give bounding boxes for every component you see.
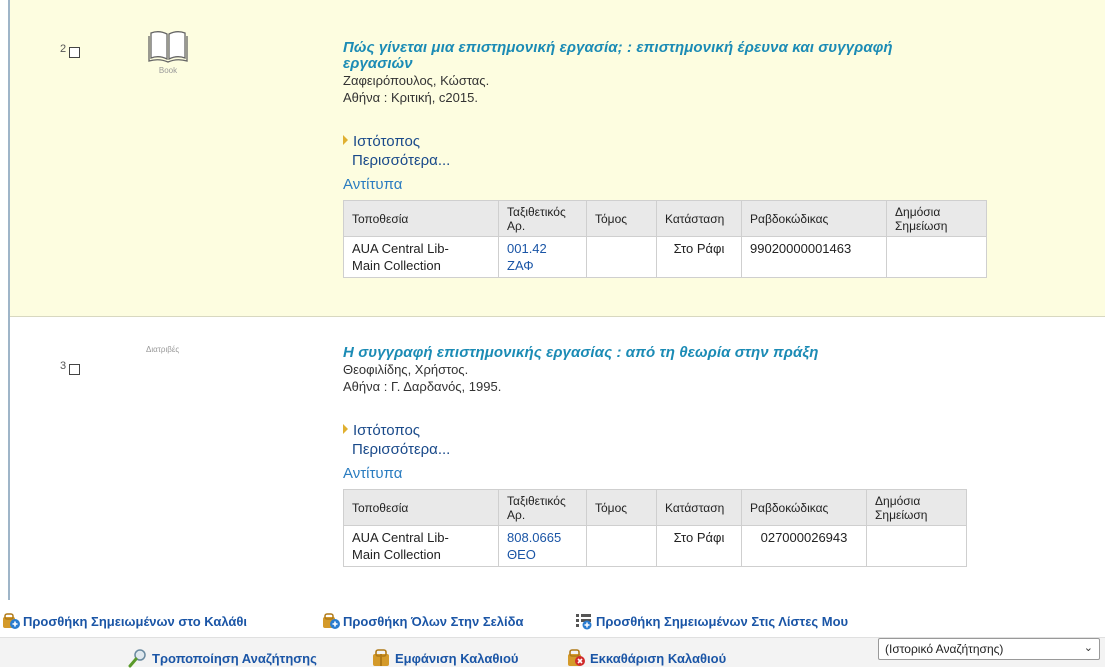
footer-button-label: Εκκαθάριση Καλαθιού xyxy=(590,650,727,666)
result-number: 3 xyxy=(60,360,67,372)
column-header: Δημόσια Σημείωση xyxy=(886,200,987,237)
basket-clear-icon xyxy=(566,648,586,668)
column-header: Ραβδοκώδικας xyxy=(741,200,887,237)
result-number: 2 xyxy=(60,43,67,55)
barcode-cell: 99020000001463 xyxy=(741,236,887,278)
action-label: Προσθήκη Όλων Στην Σελίδα xyxy=(343,613,524,629)
note-cell xyxy=(886,236,987,278)
website-link[interactable]: Ιστότοπος xyxy=(343,132,1083,151)
result-item-2: 2 Book Πώς γίνεται μια επιστημονική εργα… xyxy=(10,0,1105,317)
holdings-table: Τοποθεσία Ταξιθετικός Αρ. Τόμος Κατάστασ… xyxy=(343,489,967,567)
website-label: Ιστότοπος xyxy=(353,133,421,150)
result-select-checkbox[interactable] xyxy=(69,47,80,58)
column-header: Ταξιθετικός Αρ. xyxy=(498,200,587,237)
footer-button-label: Εμφάνιση Καλαθιού xyxy=(395,650,519,666)
more-link[interactable]: Περισσότερα... xyxy=(352,151,1083,170)
column-header: Δημόσια Σημείωση xyxy=(866,489,967,526)
holdings-header-row: Τοποθεσία Ταξιθετικός Αρ. Τόμος Κατάστασ… xyxy=(343,489,967,526)
action-label: Προσθήκη Σημειωμένων Στις Λίστες Μου xyxy=(596,613,849,629)
bulk-actions-bar: Προσθήκη Σημειωμένων στο Καλάθι Προσθήκη… xyxy=(0,603,1105,637)
column-header: Τοποθεσία xyxy=(343,200,499,237)
result-title-link[interactable]: Η συγγραφή επιστημονικής εργασίας : από … xyxy=(343,345,1083,361)
search-history-select[interactable]: (Ιστορικό Αναζήτησης) ⌄ xyxy=(878,638,1100,660)
note-cell xyxy=(866,525,967,567)
column-header: Τόμος xyxy=(586,489,657,526)
result-item-3: 3 Διατριβές Η συγγραφή επιστημονικής εργ… xyxy=(10,317,1105,602)
column-header: Ραβδοκώδικας xyxy=(741,489,867,526)
result-content: Η συγγραφή επιστημονικής εργασίας : από … xyxy=(343,345,1083,567)
expand-triangle-icon xyxy=(343,135,348,145)
status-cell: Στο Ράφι xyxy=(656,525,742,567)
call-number-link[interactable]: 001.42 ΖΑΦ xyxy=(498,236,587,278)
action-label: Προσθήκη Σημειωμένων στο Καλάθι xyxy=(23,613,248,629)
website-link[interactable]: Ιστότοπος xyxy=(343,421,1083,440)
title-line: εργασιών xyxy=(343,55,413,72)
result-select-checkbox[interactable] xyxy=(69,364,80,375)
result-content: Πώς γίνεται μια επιστημονική εργασία; : … xyxy=(343,40,1083,278)
modify-search-button[interactable]: Τροποποίηση Αναζήτησης xyxy=(128,648,317,668)
column-header: Κατάσταση xyxy=(656,200,742,237)
result-author: Θεοφιλίδης, Χρήστος. xyxy=(343,362,469,377)
website-label: Ιστότοπος xyxy=(353,422,421,439)
show-basket-button[interactable]: Εμφάνιση Καλαθιού xyxy=(371,648,519,668)
barcode-cell: 027000026943 xyxy=(741,525,867,567)
result-publication: Αθήνα : Κριτική, c2015. xyxy=(343,90,478,105)
chevron-down-icon: ⌄ xyxy=(1083,642,1093,654)
more-link[interactable]: Περισσότερα... xyxy=(352,440,1083,459)
column-header: Τοποθεσία xyxy=(343,489,499,526)
add-marked-to-basket-button[interactable]: Προσθήκη Σημειωμένων στο Καλάθι xyxy=(2,612,247,630)
book-icon: Book xyxy=(148,28,188,76)
location-cell: AUA Central Lib- Main Collection xyxy=(343,236,499,278)
volume-cell xyxy=(586,525,657,567)
column-header: Κατάσταση xyxy=(656,489,742,526)
status-cell: Στο Ράφι xyxy=(656,236,742,278)
call-number-link[interactable]: 808.0665 ΘΕΟ xyxy=(498,525,587,567)
location-cell: AUA Central Lib- Main Collection xyxy=(343,525,499,567)
table-row: AUA Central Lib- Main Collection 001.42 ΖΑ… xyxy=(343,236,987,278)
column-header: Τόμος xyxy=(586,200,657,237)
expand-triangle-icon xyxy=(343,424,348,434)
format-label: Book xyxy=(158,66,178,75)
result-publication: Αθήνα : Γ. Δαρδανός, 1995. xyxy=(343,379,502,394)
history-selected-value: (Ιστορικό Αναζήτησης) xyxy=(885,642,1004,656)
copies-link[interactable]: Αντίτυπα xyxy=(343,176,1083,194)
holdings-table: Τοποθεσία Ταξιθετικός Αρ. Τόμος Κατάστασ… xyxy=(343,200,987,278)
basket-add-icon xyxy=(322,612,340,630)
search-edit-icon xyxy=(128,648,148,668)
volume-cell xyxy=(586,236,657,278)
basket-add-icon xyxy=(2,612,20,630)
clear-basket-button[interactable]: Εκκαθάριση Καλαθιού xyxy=(566,648,726,668)
column-header: Ταξιθετικός Αρ. xyxy=(498,489,587,526)
title-line: Πώς γίνεται μια επιστημονική εργασία; : … xyxy=(343,39,893,56)
format-label: Διατριβές xyxy=(146,345,180,354)
add-all-on-page-button[interactable]: Προσθήκη Όλων Στην Σελίδα xyxy=(322,612,524,630)
list-add-icon xyxy=(575,612,593,630)
result-author: Ζαφειρόπουλος, Κώστας. xyxy=(343,73,490,88)
add-marked-to-lists-button[interactable]: Προσθήκη Σημειωμένων Στις Λίστες Μου xyxy=(575,612,848,630)
result-title-link[interactable]: Πώς γίνεται μια επιστημονική εργασία; : … xyxy=(343,40,1083,72)
footer-button-label: Τροποποίηση Αναζήτησης xyxy=(152,650,317,666)
basket-icon xyxy=(371,648,391,668)
footer-toolbar: Τροποποίηση Αναζήτησης Εμφάνιση Καλαθιού… xyxy=(0,637,1105,668)
table-row: AUA Central Lib- Main Collection 808.0665… xyxy=(343,525,967,567)
copies-link[interactable]: Αντίτυπα xyxy=(343,465,1083,483)
holdings-header-row: Τοποθεσία Ταξιθετικός Αρ. Τόμος Κατάστασ… xyxy=(343,200,987,237)
